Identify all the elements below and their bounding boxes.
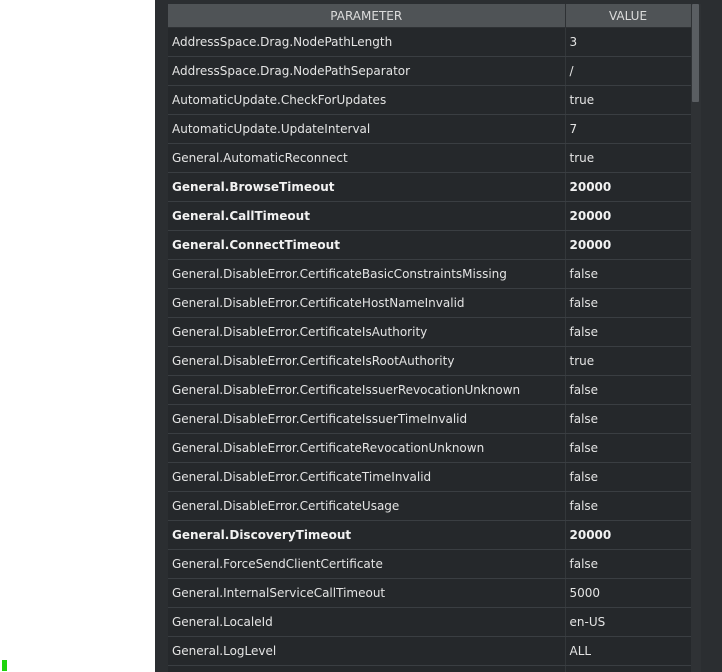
table-row[interactable]: General.CallTimeout 20000 [168, 201, 691, 231]
table-row[interactable]: General.InternalServiceCallTimeout 5000 [168, 578, 691, 608]
value-cell[interactable]: 20000 [565, 201, 691, 231]
settings-table: PARAMETER VALUE AddressSpace.Drag.NodePa… [168, 4, 691, 672]
value-cell[interactable]: false [565, 404, 691, 434]
table-row[interactable]: General.LogLevel ALL [168, 636, 691, 666]
blank-area [0, 0, 155, 672]
table-row[interactable]: General.DisableError.CertificateIsRootAu… [168, 346, 691, 376]
value-cell[interactable]: false [565, 549, 691, 579]
parameter-cell[interactable]: General.InternalServiceCallTimeout [168, 578, 566, 608]
parameter-cell[interactable]: General.DisableError.CertificateIssuerRe… [168, 375, 566, 405]
table-row[interactable]: General.ConnectTimeout 20000 [168, 230, 691, 260]
value-cell[interactable]: 20000 [565, 520, 691, 550]
table-row[interactable]: General.DisableError.CertificateTimeInva… [168, 462, 691, 492]
parameter-cell[interactable]: General.AutomaticReconnect [168, 143, 566, 173]
table-row[interactable]: General.AutomaticReconnect true [168, 143, 691, 173]
value-cell[interactable]: true [565, 85, 691, 115]
table-row[interactable]: General.DisableError.CertificateRevocati… [168, 433, 691, 463]
table-row[interactable]: General.ForceSendClientCertificate false [168, 549, 691, 579]
parameter-cell[interactable]: General.DisableError.CertificateIsAuthor… [168, 317, 566, 347]
table-row[interactable]: General.DisableError.CertificateIsAuthor… [168, 317, 691, 347]
panel-edge [701, 0, 722, 672]
table-row[interactable]: General.DisableError.CertificateHostName… [168, 288, 691, 318]
parameter-cell[interactable]: General.DisableError.CertificateIsRootAu… [168, 346, 566, 376]
parameter-cell[interactable]: General.DiscoveryTimeout [168, 520, 566, 550]
parameter-cell[interactable]: General.LocaleId [168, 607, 566, 637]
parameter-cell[interactable]: General.DisableError.CertificateHostName… [168, 288, 566, 318]
parameter-cell[interactable]: AddressSpace.Drag.NodePathLength [168, 27, 566, 57]
value-cell[interactable]: true [565, 143, 691, 173]
vertical-scrollbar[interactable] [691, 4, 701, 672]
value-cell[interactable]: en-US [565, 607, 691, 637]
parameter-cell[interactable]: General.CallTimeout [168, 201, 566, 231]
value-cell[interactable]: false [565, 462, 691, 492]
table-row[interactable]: AutomaticUpdate.CheckForUpdates true [168, 85, 691, 115]
parameter-cell[interactable]: AutomaticUpdate.UpdateInterval [168, 114, 566, 144]
scrollbar-thumb[interactable] [692, 4, 699, 102]
table-row[interactable]: AddressSpace.Drag.NodePathLength 3 [168, 27, 691, 57]
table-row[interactable]: General.DisableError.CertificateBasicCon… [168, 259, 691, 289]
value-cell[interactable]: false [565, 375, 691, 405]
table-row[interactable]: General.BrowseTimeout 20000 [168, 172, 691, 202]
parameter-cell[interactable]: General.ConnectTimeout [168, 230, 566, 260]
value-cell[interactable]: false [565, 433, 691, 463]
parameter-cell[interactable]: General.ForceSendClientCertificate [168, 549, 566, 579]
settings-table-container: PARAMETER VALUE AddressSpace.Drag.NodePa… [168, 4, 691, 672]
header-row: PARAMETER VALUE [168, 4, 691, 28]
table-row[interactable]: General.DisableError.CertificateUsage fal… [168, 491, 691, 521]
column-header-parameter[interactable]: PARAMETER [168, 4, 566, 28]
parameter-cell[interactable]: General.DisableError.CertificateTimeInva… [168, 462, 566, 492]
value-cell[interactable]: 20000 [565, 230, 691, 260]
parameter-cell[interactable]: General.DisableError.CertificateBasicCon… [168, 259, 566, 289]
parameter-cell[interactable]: General.BrowseTimeout [168, 172, 566, 202]
table-row[interactable]: General.DisableError.CertificateIssuerRe… [168, 375, 691, 405]
value-cell[interactable]: false [565, 491, 691, 521]
table-row[interactable]: AutomaticUpdate.UpdateInterval 7 [168, 114, 691, 144]
parameter-cell[interactable]: AddressSpace.Drag.NodePathSeparator [168, 56, 566, 86]
table-row[interactable]: General.DisableError.CertificateIssuerTi… [168, 404, 691, 434]
value-cell[interactable] [565, 665, 691, 672]
table-row[interactable]: AddressSpace.Drag.NodePathSeparator / [168, 56, 691, 86]
value-cell[interactable]: false [565, 317, 691, 347]
value-cell[interactable]: / [565, 56, 691, 86]
value-cell[interactable]: 20000 [565, 172, 691, 202]
parameter-cell[interactable] [168, 665, 566, 672]
value-cell[interactable]: false [565, 288, 691, 318]
value-cell[interactable]: 7 [565, 114, 691, 144]
parameter-cell[interactable]: General.DisableError.CertificateRevocati… [168, 433, 566, 463]
value-cell[interactable]: false [565, 259, 691, 289]
table-row[interactable]: General.LocaleId en-US [168, 607, 691, 637]
column-header-value[interactable]: VALUE [565, 4, 691, 28]
value-cell[interactable]: true [565, 346, 691, 376]
table-row[interactable] [168, 665, 691, 672]
value-cell[interactable]: 5000 [565, 578, 691, 608]
table-body: AddressSpace.Drag.NodePathLength 3 Address… [168, 27, 691, 672]
parameter-cell[interactable]: AutomaticUpdate.CheckForUpdates [168, 85, 566, 115]
value-cell[interactable]: ALL [565, 636, 691, 666]
parameter-cell[interactable]: General.LogLevel [168, 636, 566, 666]
value-cell[interactable]: 3 [565, 27, 691, 57]
parameter-cell[interactable]: General.DisableError.CertificateUsage [168, 491, 566, 521]
parameter-cell[interactable]: General.DisableError.CertificateIssuerTi… [168, 404, 566, 434]
settings-panel: PARAMETER VALUE AddressSpace.Drag.NodePa… [155, 0, 722, 672]
table-row[interactable]: General.DiscoveryTimeout 20000 [168, 520, 691, 550]
status-marker [2, 660, 7, 671]
